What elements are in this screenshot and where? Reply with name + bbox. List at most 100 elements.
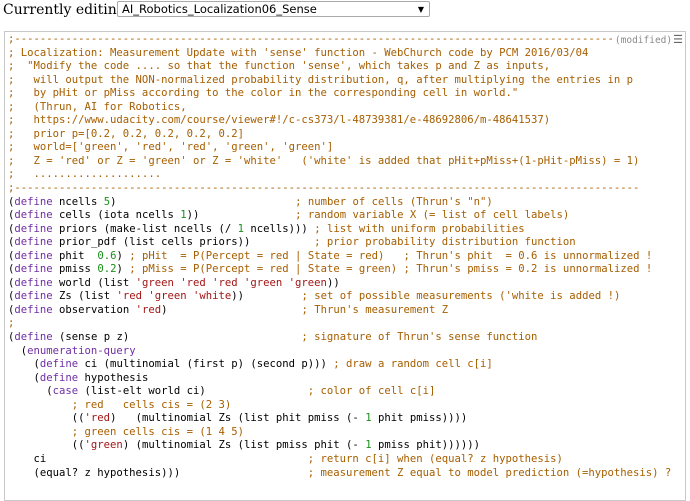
comment-token: ;---------------------------------------… xyxy=(8,33,614,45)
selected-file-name: AI_Robotics_Localization06_Sense xyxy=(122,2,317,16)
keyword-token: define xyxy=(14,263,53,276)
code-token: (sense p z) xyxy=(52,331,302,344)
code-line[interactable]: (case (list-elt world ci) ; color of cel… xyxy=(8,385,671,399)
code-token: )) xyxy=(326,276,340,289)
comment-token: ; draw a random cell c[i] xyxy=(333,358,493,371)
code-token: phit pmiss)))) xyxy=(371,412,468,425)
comment-token: ; measurement Z equal to model predictio… xyxy=(307,466,672,479)
code-token: pmiss phit)))))) xyxy=(371,439,481,452)
keyword-token: define xyxy=(14,303,53,316)
code-line[interactable]: (equal? z hypothesis))) ; measurement Z … xyxy=(8,466,672,481)
code-token: (list-elt world ci) xyxy=(78,385,308,398)
comment-token: ; Localization: Measurement Update with … xyxy=(8,46,589,59)
code-line[interactable]: ; will output the NON-normalized probabi… xyxy=(8,74,671,88)
code-line[interactable]: ; Localization: Measurement Update with … xyxy=(8,47,671,61)
code-line[interactable]: (('green) (multinomial Zs (list pmiss ph… xyxy=(8,439,671,453)
quoted-token: 'red xyxy=(135,303,162,316)
code-token: (( xyxy=(8,439,85,452)
comment-token: ; number of cells (Thrun's "n") xyxy=(295,195,493,208)
currently-editing-label: Currently editing: xyxy=(3,2,131,18)
code-line[interactable]: ; Z = 'red' or Z = 'green' or Z = 'white… xyxy=(8,155,671,169)
keyword-token: define xyxy=(14,236,53,249)
code-line[interactable]: ; (Thrun, AI for Robotics, xyxy=(8,101,671,115)
comment-token: ; return c[i] when (equal? z hypothesis) xyxy=(307,452,563,465)
code-line[interactable]: ; world=['green', 'red', 'red', 'green',… xyxy=(8,141,671,155)
editor-status-bar: (modified)☰ xyxy=(612,33,683,46)
code-line[interactable]: ; by pHit or pMiss according to the colo… xyxy=(8,87,671,101)
code-token: ncells))) xyxy=(244,222,315,235)
comment-token: ; will output the NON-normalized probabi… xyxy=(8,73,634,86)
code-line[interactable]: ci ; return c[i] when (equal? z hypothes… xyxy=(8,453,671,467)
code-line[interactable]: (define observation 'red) ; Thrun's meas… xyxy=(8,304,671,318)
code-line[interactable]: ; https://www.udacity.com/course/viewer#… xyxy=(8,114,671,128)
comment-token: ; .................... xyxy=(8,168,162,181)
comment-token: ; (Thrun, AI for Robotics, xyxy=(8,100,187,113)
code-token: pmiss xyxy=(52,263,98,276)
code-line[interactable]: (define prior_pdf (list cells priors)) ;… xyxy=(8,236,671,250)
keyword-token: define xyxy=(14,249,53,262)
modified-status: (modified) xyxy=(614,35,673,46)
code-token: Zs (list xyxy=(52,290,117,303)
code-line[interactable]: ; green cells cis = (1 4 5) xyxy=(8,426,671,440)
code-token: hypothesis xyxy=(78,371,149,384)
keyword-token: enumeration-query xyxy=(27,344,136,357)
file-select-dropdown[interactable]: AI_Robotics_Localization06_Sense ▼ xyxy=(117,1,430,17)
keyword-token: define xyxy=(14,276,53,289)
code-token: priors (make-list ncells (/ xyxy=(52,222,238,235)
code-token: prior_pdf (list cells priors)) xyxy=(52,236,315,249)
keyword-token: define xyxy=(14,290,53,303)
code-token: ci xyxy=(8,452,308,465)
code-token: ) xyxy=(110,195,296,208)
keyword-token: case xyxy=(52,385,79,398)
code-line[interactable]: (define Zs (list 'red 'green 'white)) ; … xyxy=(8,290,671,304)
code-token: )) xyxy=(186,209,296,222)
code-line[interactable]: (define ncells 5) ; number of cells (Thr… xyxy=(8,196,671,210)
number-token: 0.2 xyxy=(97,263,117,276)
code-line[interactable]: (define pmiss 0.2) ; pMiss = P(Percept =… xyxy=(8,263,671,277)
comment-token: ; prior p=[0.2, 0.2, 0.2, 0.2, 0.2] xyxy=(8,127,244,140)
comment-token: ; random variable X (= list of cell labe… xyxy=(295,209,570,222)
comment-token: ; signature of Thrun's sense function xyxy=(301,331,538,344)
comment-token: ; green cells cis = (1 4 5) xyxy=(71,425,244,438)
code-line[interactable]: ; .................... xyxy=(8,168,671,182)
comment-token: ;---------------------------------------… xyxy=(8,182,640,195)
keyword-token: define xyxy=(39,371,79,384)
code-editor[interactable]: (modified)☰ ;---------------------------… xyxy=(4,31,686,501)
code-line[interactable]: (define cells (iota ncells 1)) ; random … xyxy=(8,209,671,223)
comment-token: ; Thrun's measurement Z xyxy=(301,303,449,316)
comment-token: ; red cells cis = (2 3) xyxy=(71,398,232,411)
code-line[interactable]: (enumeration-query xyxy=(8,345,671,359)
code-line[interactable]: (('red) (multinomial Zs (list phit pmiss… xyxy=(8,412,671,426)
code-token: ) (multinomial Zs (list pmiss phit (- xyxy=(122,439,366,452)
comment-token: ; world=['green', 'red', 'red', 'green',… xyxy=(8,141,334,154)
comment-token: ; list with uniform probabilities xyxy=(314,222,525,235)
comment-token: ; "Modify the code .... so that the func… xyxy=(8,60,551,73)
code-content[interactable]: ;---------------------------------------… xyxy=(8,33,671,494)
comment-token: ; by pHit or pMiss according to the colo… xyxy=(8,87,519,100)
code-line[interactable]: (define phit 0.6) ; pHit = P(Percept = r… xyxy=(8,250,671,264)
code-line[interactable]: ; prior p=[0.2, 0.2, 0.2, 0.2, 0.2] xyxy=(8,128,671,142)
code-line[interactable] xyxy=(8,480,671,494)
code-line[interactable]: ; "Modify the code .... so that the func… xyxy=(8,60,671,74)
number-token: 0.6 xyxy=(97,249,117,262)
code-line[interactable]: (define (sense p z) ; signature of Thrun… xyxy=(8,331,671,345)
comment-token: ; xyxy=(8,317,15,330)
code-token: ncells xyxy=(52,195,104,208)
code-line[interactable]: ; xyxy=(8,317,671,331)
code-line[interactable]: (define hypothesis xyxy=(8,372,671,386)
comment-token: ; prior probability distribution functio… xyxy=(314,236,576,249)
comment-token: ; Z = 'red' or Z = 'green' or Z = 'white… xyxy=(8,154,640,167)
quoted-token: 'red 'green 'white xyxy=(116,290,232,303)
code-token: phit xyxy=(52,249,98,262)
code-line[interactable]: (define priors (make-list ncells (/ 1 nc… xyxy=(8,223,671,237)
code-line[interactable]: ;---------------------------------------… xyxy=(8,182,671,196)
code-token: cells (iota ncells xyxy=(52,209,181,222)
code-line[interactable]: ;---------------------------------------… xyxy=(8,33,671,47)
hamburger-menu-icon[interactable]: ☰ xyxy=(673,33,683,46)
code-line[interactable]: (define ci (multinomial (first p) (secon… xyxy=(8,358,671,372)
code-line[interactable]: ; red cells cis = (2 3) xyxy=(8,399,671,413)
code-token: (( xyxy=(8,412,85,425)
code-line[interactable]: (define world (list 'green 'red 'red 'gr… xyxy=(8,277,671,291)
code-token: (equal? z hypothesis))) xyxy=(8,466,308,479)
